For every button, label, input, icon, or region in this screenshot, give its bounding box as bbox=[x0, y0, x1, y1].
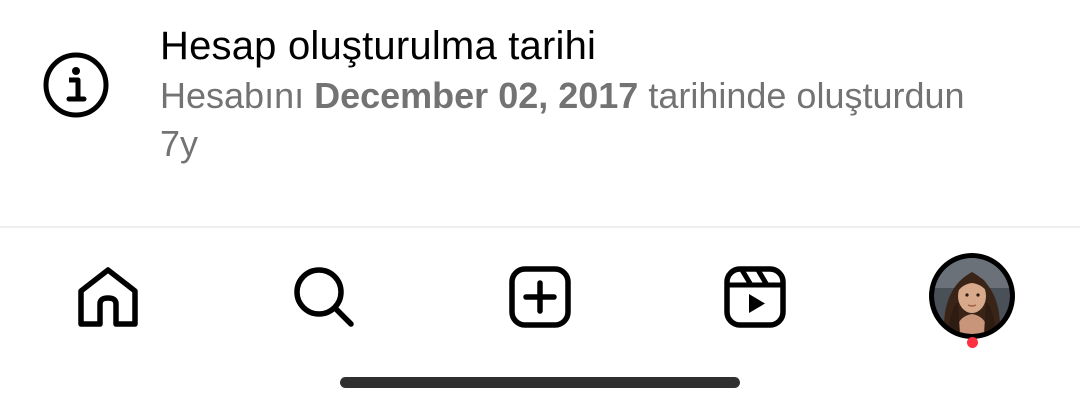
nav-search-button[interactable] bbox=[279, 252, 369, 342]
home-indicator-bar[interactable] bbox=[340, 377, 740, 388]
info-title: Hesap oluşturulma tarihi bbox=[160, 24, 597, 68]
description-suffix: tarihinde oluşturdun bbox=[638, 75, 965, 116]
nav-reels-button[interactable] bbox=[710, 252, 800, 342]
nav-create-button[interactable] bbox=[495, 252, 585, 342]
description-prefix: Hesabını bbox=[160, 75, 315, 116]
account-age: 7y bbox=[160, 123, 199, 164]
bottom-navigation bbox=[0, 228, 1080, 368]
nav-home-button[interactable] bbox=[63, 252, 153, 342]
info-description: Hesabını December 02, 2017 tarihinde olu… bbox=[160, 72, 1060, 120]
account-info-page: Hesap oluşturulma tarihi Hesabını Decemb… bbox=[0, 0, 1080, 404]
search-icon bbox=[291, 264, 357, 330]
nav-profile-avatar[interactable] bbox=[929, 253, 1015, 339]
info-text-block: Hesap oluşturulma tarihi Hesabını Decemb… bbox=[160, 20, 1060, 168]
notification-dot bbox=[967, 337, 978, 348]
info-circle-icon bbox=[42, 51, 110, 119]
reels-icon bbox=[723, 265, 787, 329]
account-creation-info: Hesap oluşturulma tarihi Hesabını Decemb… bbox=[0, 0, 1080, 226]
creation-date: December 02, 2017 bbox=[314, 75, 639, 116]
home-icon bbox=[75, 264, 141, 330]
avatar bbox=[934, 258, 1010, 334]
plus-square-icon bbox=[508, 265, 572, 329]
